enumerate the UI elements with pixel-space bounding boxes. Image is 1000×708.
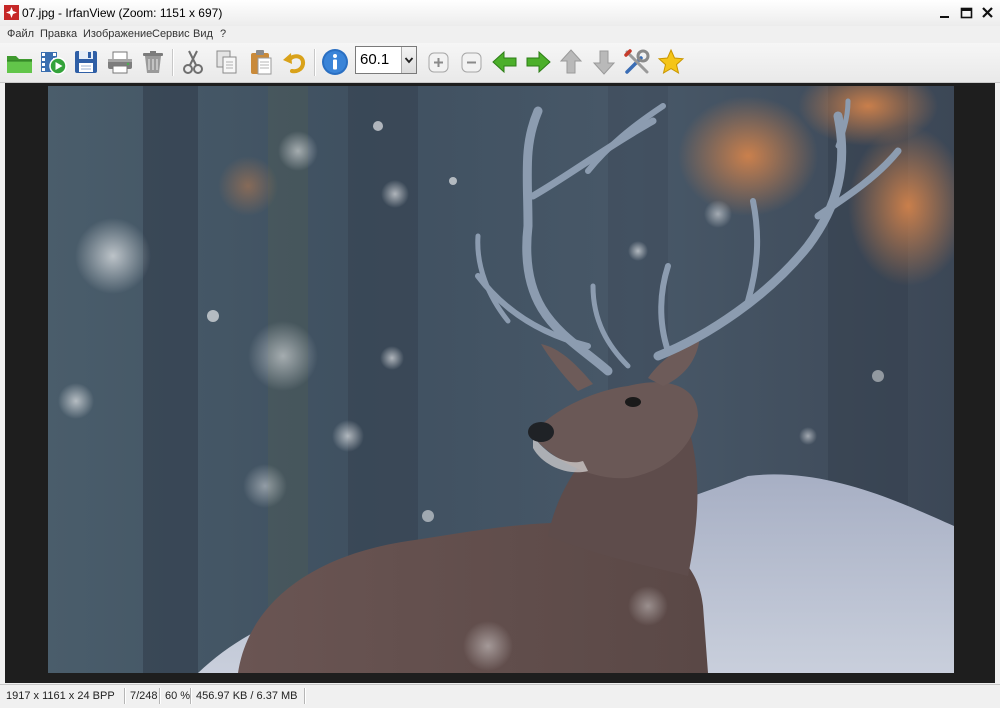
paste-button[interactable]	[246, 47, 276, 77]
close-icon	[982, 7, 993, 18]
status-divider	[304, 688, 306, 704]
paste-icon	[251, 50, 272, 75]
trash-icon	[143, 51, 163, 73]
toolbar-separator	[314, 49, 316, 76]
menu-view[interactable]: Вид	[193, 28, 213, 40]
status-divider	[190, 688, 192, 704]
menu-image[interactable]: Изображение	[83, 28, 152, 40]
copy-icon	[216, 50, 237, 74]
zoom-in-icon	[428, 52, 449, 73]
scissors-icon	[183, 50, 203, 74]
window-title: 07.jpg - IrfanView (Zoom: 1151 x 697)	[22, 6, 223, 20]
menu-tools[interactable]: Сервис	[152, 28, 190, 40]
arrow-down-icon	[592, 50, 616, 75]
settings-button[interactable]	[622, 47, 652, 77]
status-file-size: 456.97 KB / 6.37 MB	[196, 690, 298, 702]
status-image-dimensions: 1917 x 1161 x 24 BPP	[6, 690, 115, 702]
minimize-button[interactable]	[934, 3, 955, 23]
tools-icon	[624, 49, 650, 74]
open-folder-icon	[7, 56, 32, 73]
star-icon	[657, 48, 685, 75]
zoom-value[interactable]: 60.1	[360, 51, 389, 68]
arrow-up-icon	[559, 49, 583, 74]
title-bar[interactable]: 07.jpg - IrfanView (Zoom: 1151 x 697)	[0, 0, 1000, 27]
close-button[interactable]	[977, 3, 998, 23]
toolbar	[0, 43, 1000, 83]
arrow-left-icon	[492, 50, 517, 74]
zoom-combobox[interactable]: 60.1	[355, 46, 417, 74]
save-icon	[75, 51, 97, 73]
zoom-out-button[interactable]	[457, 47, 487, 77]
status-image-index: 7/248	[130, 690, 158, 702]
toolbar-separator	[172, 49, 174, 76]
copy-button[interactable]	[212, 47, 242, 77]
first-image-button[interactable]	[556, 47, 586, 77]
delete-button[interactable]	[138, 47, 168, 77]
undo-icon	[283, 53, 306, 74]
next-image-button[interactable]	[523, 47, 553, 77]
last-image-button[interactable]	[589, 47, 619, 77]
slideshow-icon	[41, 52, 67, 75]
open-folder-button[interactable]	[5, 47, 35, 77]
undo-button[interactable]	[280, 47, 310, 77]
status-divider	[124, 688, 126, 704]
info-button[interactable]	[320, 47, 350, 77]
menu-bar: Файл Правка Изображение Сервис Вид ?	[0, 26, 1000, 43]
zoom-in-button[interactable]	[424, 47, 454, 77]
irfanview-window: 07.jpg - IrfanView (Zoom: 1151 x 697) Фа…	[0, 0, 1000, 708]
print-icon	[108, 51, 132, 74]
arrow-right-icon	[526, 50, 551, 74]
menu-help[interactable]: ?	[220, 28, 226, 40]
deer-photo	[48, 86, 954, 673]
irfanview-app-icon[interactable]	[4, 5, 19, 20]
cut-button[interactable]	[178, 47, 208, 77]
status-zoom: 60 %	[165, 690, 191, 702]
info-icon	[322, 49, 348, 75]
menu-file[interactable]: Файл	[7, 28, 34, 40]
previous-image-button[interactable]	[490, 47, 520, 77]
zoom-out-icon	[461, 52, 482, 73]
chevron-down-icon	[404, 57, 414, 64]
minimize-icon	[940, 16, 949, 18]
zoom-dropdown-button[interactable]	[401, 47, 416, 73]
print-button[interactable]	[105, 47, 135, 77]
status-divider	[159, 688, 161, 704]
status-bar: 1917 x 1161 x 24 BPP 7/248 60 % 456.97 K…	[0, 684, 1000, 708]
slideshow-button[interactable]	[38, 47, 68, 77]
maximize-button[interactable]	[956, 3, 977, 23]
menu-edit[interactable]: Правка	[40, 28, 77, 40]
favorite-button[interactable]	[656, 47, 686, 77]
save-button[interactable]	[71, 47, 101, 77]
